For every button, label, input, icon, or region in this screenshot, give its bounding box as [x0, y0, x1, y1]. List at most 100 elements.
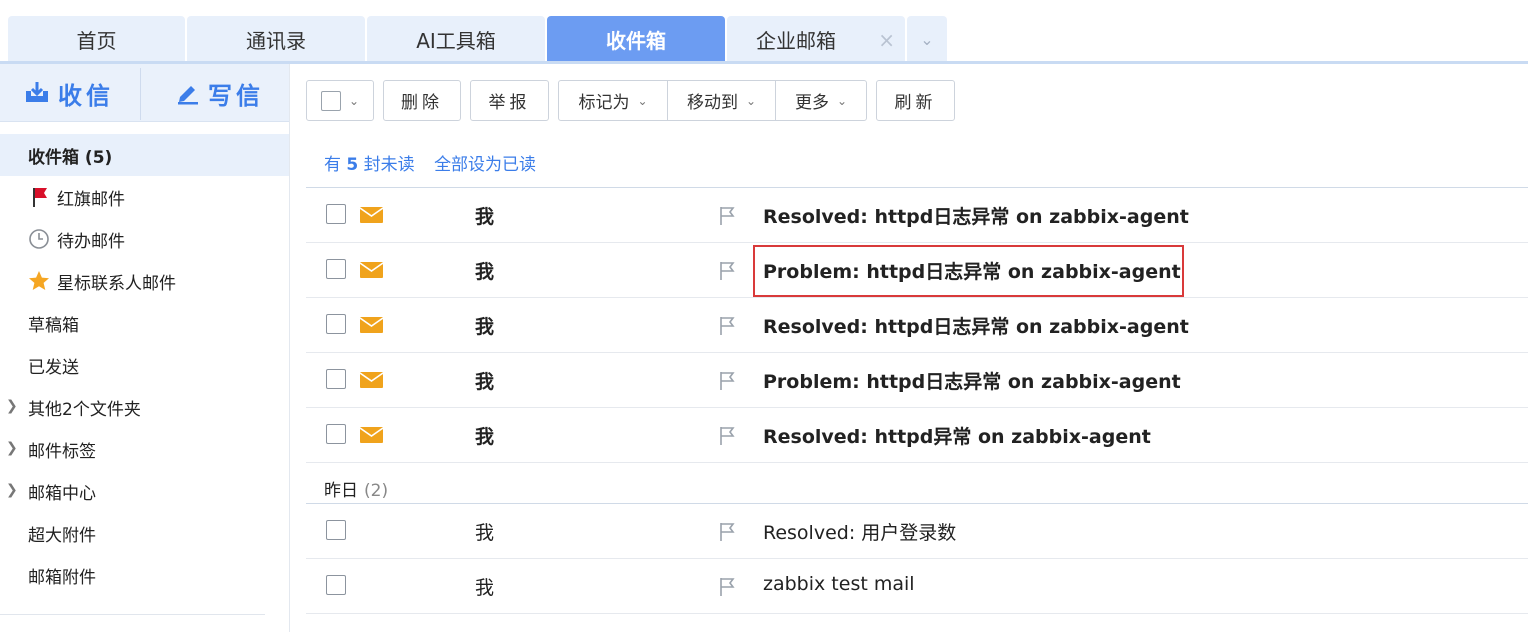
receive-label: 收信: [58, 81, 114, 110]
mail-row[interactable]: 我 Resolved: httpd日志异常 on zabbix-agent: [306, 298, 1528, 353]
folder-label: 邮箱附件: [28, 567, 96, 588]
mail-row[interactable]: 我 Resolved: httpd异常 on zabbix-agent: [306, 408, 1528, 463]
chevron-right-icon[interactable]: ❯: [6, 398, 18, 414]
unread-count: 5: [346, 155, 359, 175]
compose-bar: 收信 写信: [0, 64, 289, 122]
tab-home[interactable]: 首页: [8, 16, 185, 62]
flag-outline-icon[interactable]: [718, 426, 736, 446]
folder-label: 邮箱中心: [28, 483, 96, 504]
mail-subject: Resolved: httpd日志异常 on zabbix-agent: [763, 206, 1189, 228]
more-label: 更多: [794, 93, 829, 113]
folder-drafts[interactable]: 草稿箱: [0, 302, 289, 344]
row-checkbox[interactable]: [326, 369, 346, 389]
mail-subject: Resolved: httpd日志异常 on zabbix-agent: [763, 316, 1189, 338]
mail-row[interactable]: 我 Problem: httpd日志异常 on zabbix-agent: [306, 353, 1528, 408]
unread-summary: 有 5 封未读 全部设为已读: [324, 150, 536, 175]
pen-icon: [178, 86, 198, 105]
move-to-dropdown[interactable]: 移动到 ⌄: [668, 81, 776, 120]
select-all-dropdown[interactable]: ⌄: [306, 80, 374, 121]
row-checkbox[interactable]: [326, 575, 346, 595]
flag-outline-icon[interactable]: [718, 261, 736, 281]
tab-label: 通讯录: [246, 28, 306, 53]
flag-outline-icon[interactable]: [718, 316, 736, 336]
mail-sender: 我: [475, 522, 495, 544]
folder-mail-tags[interactable]: ❯ 邮件标签: [0, 428, 289, 470]
tab-inbox[interactable]: 收件箱: [547, 16, 725, 62]
unread-envelope-icon: [360, 262, 383, 278]
receive-mail-button[interactable]: 收信: [24, 64, 114, 122]
flag-outline-icon[interactable]: [718, 206, 736, 226]
row-checkbox[interactable]: [326, 259, 346, 279]
folder-mailbox-attachments[interactable]: 邮箱附件: [0, 554, 289, 596]
folder-label: 超大附件: [28, 525, 96, 546]
row-checkbox[interactable]: [326, 424, 346, 444]
inbox-download-icon: [26, 82, 48, 102]
mail-subject: Resolved: httpd异常 on zabbix-agent: [763, 426, 1151, 448]
row-divider: [306, 613, 1528, 614]
group-count: (2): [364, 481, 389, 501]
mail-subject: Problem: httpd日志异常 on zabbix-agent: [763, 371, 1181, 393]
chevron-right-icon[interactable]: ❯: [6, 440, 18, 456]
flag-outline-icon[interactable]: [718, 371, 736, 391]
move-to-label: 移动到: [686, 93, 738, 113]
unread-envelope-icon: [360, 427, 383, 443]
folder-label: 星标联系人邮件: [57, 273, 176, 294]
mail-sender: 我: [475, 316, 495, 338]
mail-sender: 我: [475, 371, 495, 393]
tab-label: 首页: [76, 28, 117, 53]
mail-row[interactable]: 我 Resolved: httpd日志异常 on zabbix-agent: [306, 188, 1528, 243]
clock-icon: [29, 229, 49, 249]
folder-sent[interactable]: 已发送: [0, 344, 289, 386]
folder-other-folders[interactable]: ❯ 其他2个文件夹: [0, 386, 289, 428]
refresh-button[interactable]: 刷新: [876, 80, 955, 121]
report-button[interactable]: 举报: [470, 80, 549, 121]
row-divider: [306, 462, 1528, 463]
top-tab-bar: 首页 通讯录 AI工具箱 收件箱 企业邮箱 × ⌄: [0, 0, 1528, 64]
close-tab-icon[interactable]: ×: [878, 28, 895, 52]
row-checkbox[interactable]: [326, 314, 346, 334]
mark-all-read-link[interactable]: 全部设为已读: [434, 155, 536, 175]
write-mail-button[interactable]: 写信: [176, 64, 264, 122]
folder-label: 已发送: [28, 357, 79, 378]
folder-label: 红旗邮件: [57, 189, 125, 210]
delete-label: 删除: [401, 93, 443, 113]
chevron-right-icon[interactable]: ❯: [6, 482, 18, 498]
write-label: 写信: [208, 81, 264, 110]
unread-envelope-icon: [360, 372, 383, 388]
folder-mailbox-center[interactable]: ❯ 邮箱中心: [0, 470, 289, 512]
row-checkbox[interactable]: [326, 204, 346, 224]
sidebar-divider: [0, 614, 265, 615]
select-all-checkbox[interactable]: [320, 90, 341, 111]
folder-large-attachments[interactable]: 超大附件: [0, 512, 289, 554]
flag-outline-icon[interactable]: [718, 577, 736, 597]
tab-more-dropdown[interactable]: ⌄: [907, 16, 947, 62]
folder-starred-contacts[interactable]: 星标联系人邮件: [0, 260, 289, 302]
more-dropdown[interactable]: 更多 ⌄: [776, 81, 866, 120]
delete-button[interactable]: 删除: [383, 80, 461, 121]
compose-divider: [140, 68, 141, 120]
tab-enterprise-mail[interactable]: 企业邮箱 ×: [727, 16, 905, 62]
tab-contacts[interactable]: 通讯录: [187, 16, 365, 62]
group-header-yesterday: 昨日 (2): [324, 476, 388, 501]
mail-row[interactable]: 我 zabbix test mail: [306, 559, 1528, 614]
folder-inbox[interactable]: 收件箱 (5): [0, 134, 289, 176]
row-checkbox[interactable]: [326, 520, 346, 540]
unread-envelope-icon: [360, 207, 383, 223]
mail-row[interactable]: 我 Resolved: 用户登录数: [306, 504, 1528, 559]
refresh-label: 刷新: [894, 93, 937, 113]
mail-row[interactable]: 我 Problem: httpd日志异常 on zabbix-agent: [306, 243, 1528, 298]
toolbar-dropdown-group: 标记为 ⌄ 移动到 ⌄ 更多 ⌄: [558, 80, 867, 121]
mail-subject: Problem: httpd日志异常 on zabbix-agent: [763, 261, 1181, 283]
folder-todo[interactable]: 待办邮件: [0, 218, 289, 260]
star-icon: [29, 271, 49, 290]
tab-label: AI工具箱: [416, 28, 496, 53]
tab-ai-toolbox[interactable]: AI工具箱: [367, 16, 545, 62]
sidebar: 收信 写信 收件箱 (5) 红旗邮件 待办邮件 星标联系人邮件 草稿箱 已发送 …: [0, 64, 290, 632]
mark-as-dropdown[interactable]: 标记为 ⌄: [559, 81, 668, 120]
folder-label: 待办邮件: [57, 231, 125, 252]
group-label: 昨日: [324, 481, 358, 501]
unread-prefix: 有: [324, 155, 341, 175]
flag-outline-icon[interactable]: [718, 522, 736, 542]
mark-as-label: 标记为: [578, 93, 630, 113]
folder-red-flag[interactable]: 红旗邮件: [0, 176, 289, 218]
